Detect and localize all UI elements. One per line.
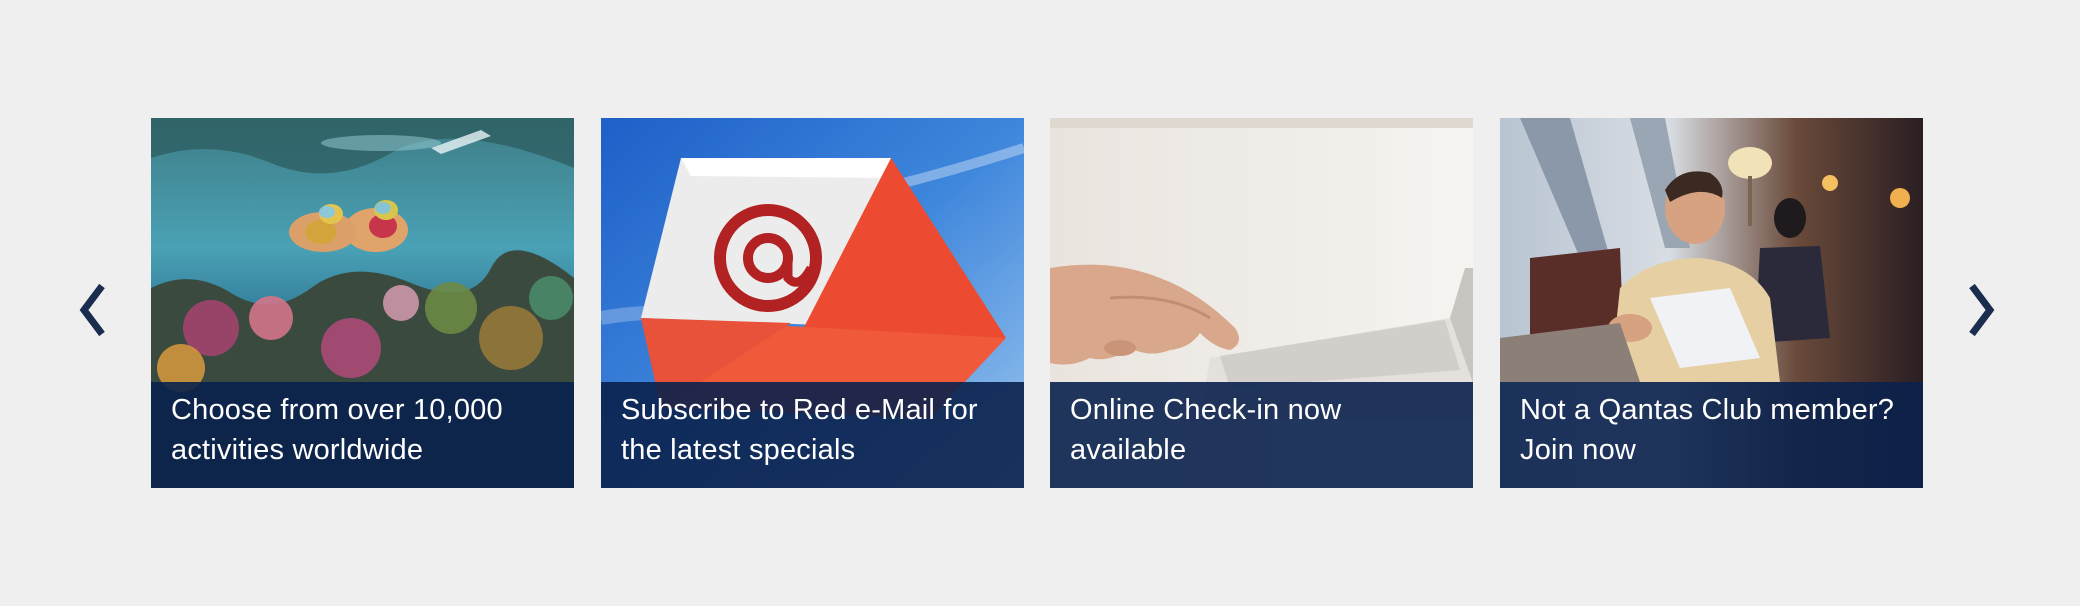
promo-card-activities[interactable]: Choose from over 10,000 activities world… [151, 118, 574, 488]
card-caption-text: Subscribe to Red e-Mail for the latest s… [621, 394, 978, 466]
promo-card-red-email[interactable]: Subscribe to Red e-Mail for the latest s… [601, 118, 1024, 488]
promo-card-qantas-club[interactable]: Not a Qantas Club member? Join now [1500, 118, 1923, 488]
carousel-next-button[interactable] [1962, 280, 1998, 340]
card-caption: Choose from over 10,000 activities world… [151, 382, 574, 488]
card-caption: Online Check-in now available [1050, 382, 1473, 488]
carousel-prev-button[interactable] [76, 280, 112, 340]
chevron-right-icon [1969, 283, 1995, 337]
card-caption: Not a Qantas Club member? Join now [1500, 382, 1923, 488]
chevron-left-icon [79, 283, 105, 337]
card-caption-text: Online Check-in now available [1070, 394, 1342, 466]
card-caption-text: Choose from over 10,000 activities world… [171, 394, 503, 466]
card-caption: Subscribe to Red e-Mail for the latest s… [601, 382, 1024, 488]
promo-card-online-checkin[interactable]: Online Check-in now available [1050, 118, 1473, 488]
card-caption-text: Not a Qantas Club member? Join now [1520, 394, 1895, 466]
